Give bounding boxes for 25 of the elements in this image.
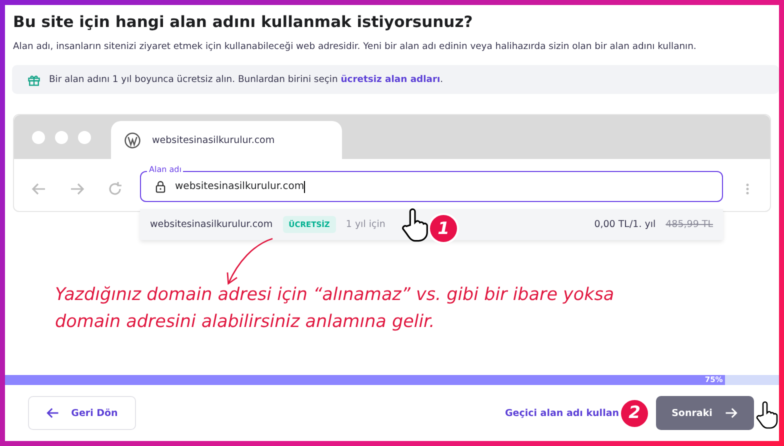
window-dot xyxy=(32,131,45,144)
back-arrow-icon xyxy=(31,181,47,197)
field-label: Alan adı xyxy=(147,165,184,175)
page-title: Bu site için hangi alan adını kullanmak istiyorsunuz? xyxy=(13,13,474,31)
browser-tab[interactable]: websitesinasilkurulur.com xyxy=(111,121,342,159)
gift-icon xyxy=(27,72,41,86)
temporary-domain-link[interactable]: Geçici alan adı kullan xyxy=(504,408,619,418)
info-text: Bir alan adını 1 yıl boyunca ücretsiz alın. Bunlardan birini seçin ücretsiz alan adları. xyxy=(49,74,444,85)
back-arrow-icon xyxy=(46,406,60,420)
domain-input-field[interactable]: websitesinasilkurulur.com xyxy=(140,171,723,202)
step-badge: 2 xyxy=(621,400,648,426)
reload-icon xyxy=(107,181,123,197)
wordpress-icon xyxy=(124,132,141,148)
next-button[interactable]: Sonraki xyxy=(656,396,754,430)
back-button[interactable]: Geri Dön xyxy=(28,396,136,430)
annotation-text: Yazdığınız domain adresi için “alınamaz” vs. gibi bir ibare yoksa domain adresini alabilirsiniz anlamına gelir. xyxy=(55,284,616,334)
window-dot xyxy=(55,131,68,144)
more-icon xyxy=(745,181,750,197)
forward-arrow-icon xyxy=(724,406,738,420)
description: Alan adı, insanların sitenizi ziyaret etmek için kullanabileceği web adresidir. Yeni bir alan adı edinin veya halihazırda sizin olan bir alan adını kullanın. xyxy=(13,41,698,52)
free-domains-link[interactable]: ücretsiz alan adları xyxy=(340,74,440,85)
lock-icon xyxy=(154,180,167,193)
forward-arrow-icon xyxy=(69,181,85,197)
window-dot xyxy=(78,131,91,144)
step-badge: 1 xyxy=(430,215,457,242)
